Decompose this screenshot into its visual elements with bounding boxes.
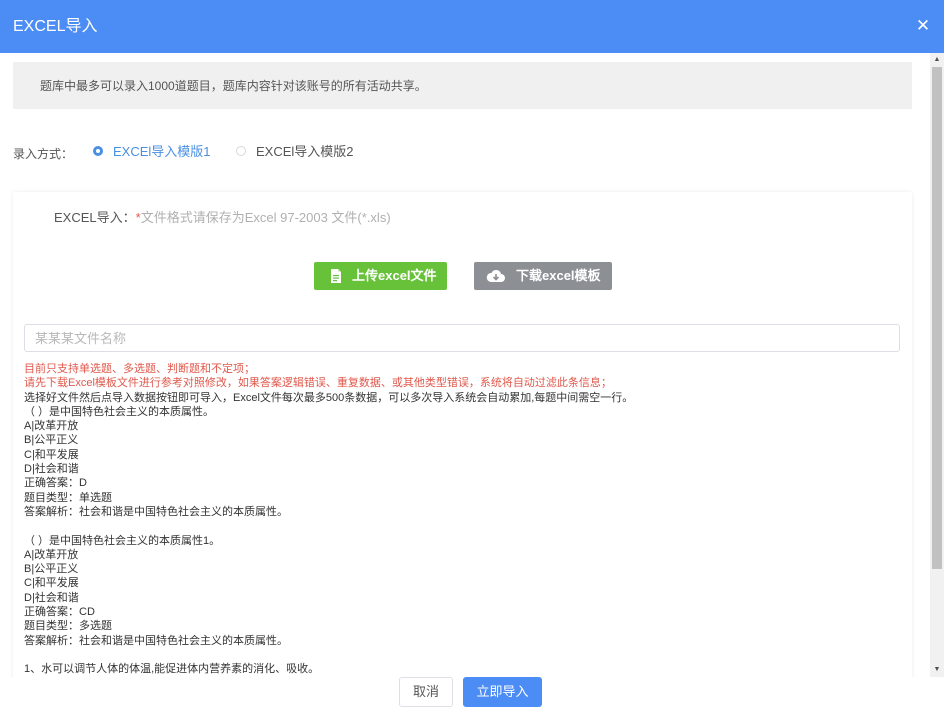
download-template-label[interactable]: 下载excel模板 xyxy=(516,262,601,290)
instruction-line: D|社会和谐 xyxy=(24,463,79,476)
instruction-line: C|和平发展 xyxy=(24,577,79,590)
upload-excel-label[interactable]: 上传excel文件 xyxy=(352,262,437,290)
instruction-line: 正确答案：D xyxy=(24,477,87,490)
excel-import-card: EXCEL导入：*文件格式请保存为Excel 97-2003 文件(*.xls)… xyxy=(13,192,912,677)
radio-checked-icon[interactable] xyxy=(93,146,103,156)
instruction-line: D|社会和谐 xyxy=(24,591,79,604)
scroll-down-arrow-icon[interactable]: ▼ xyxy=(930,663,944,677)
instruction-warning: 请先下载Excel模板文件进行参考对照修改，如果答案逻辑错误、重复数据、或其他类… xyxy=(24,377,612,390)
upload-excel-button[interactable]: 上传excel文件 xyxy=(314,262,447,290)
instruction-line: 答案解析：社会和谐是中国特色社会主义的本质属性。 xyxy=(24,634,288,647)
dialog-footer: 取消 立即导入 xyxy=(0,677,944,707)
file-icon xyxy=(331,269,341,283)
instruction-line: 选择好文件然后点导入数据按钮即可导入，Excel文件每次最多500条数据，可以多… xyxy=(24,391,634,404)
instruction-line: 答案解析：社会和谐是中国特色社会主义的本质属性。 xyxy=(24,505,288,518)
dialog-title: EXCEL导入 xyxy=(13,18,98,35)
download-template-button[interactable]: 下载excel模板 xyxy=(474,262,612,290)
import-instructions: 目前只支持单选题、多选题、判断题和不定项； 请先下载Excel模板文件进行参考对… xyxy=(24,362,894,677)
cloud-download-icon xyxy=(486,269,505,282)
instruction-line: A|改革开放 xyxy=(24,548,79,561)
import-now-button[interactable]: 立即导入 xyxy=(463,677,542,707)
close-icon[interactable]: ✕ xyxy=(914,17,932,35)
cancel-button[interactable]: 取消 xyxy=(399,677,453,707)
file-name-input[interactable] xyxy=(24,324,900,352)
excel-label-text: EXCEL导入： xyxy=(54,210,136,225)
dialog-header: EXCEL导入 ✕ xyxy=(0,0,944,53)
instruction-line: （ ）是中国特色社会主义的本质属性1。 xyxy=(24,534,221,547)
radio-template-2-label[interactable]: EXCEl导入模版2 xyxy=(256,143,354,160)
instruction-line: B|公平正义 xyxy=(24,563,79,576)
radio-unchecked-icon[interactable] xyxy=(236,146,246,156)
import-mode-label: 录入方式： xyxy=(13,147,74,161)
radio-template-1-label[interactable]: EXCEl导入模版1 xyxy=(113,143,211,160)
instruction-line: 1、水可以调节人体的体温,能促进体内营养素的消化、吸收。 xyxy=(24,663,320,676)
file-format-hint: 文件格式请保存为Excel 97-2003 文件(*.xls) xyxy=(140,210,391,225)
instruction-line: 题目类型：单选题 xyxy=(24,491,112,504)
instruction-line: 正确答案：CD xyxy=(24,606,95,619)
scroll-up-arrow-icon[interactable]: ▲ xyxy=(930,53,944,67)
notice-bar: 题库中最多可以录入1000道题目，题库内容针对该账号的所有活动共享。 xyxy=(13,62,912,109)
dialog-body: 题库中最多可以录入1000道题目，题库内容针对该账号的所有活动共享。 录入方式：… xyxy=(0,53,930,677)
instruction-line: A|改革开放 xyxy=(24,420,79,433)
instruction-line: B|公平正义 xyxy=(24,434,79,447)
instruction-warning: 目前只支持单选题、多选题、判断题和不定项； xyxy=(24,363,255,375)
excel-import-label: EXCEL导入：*文件格式请保存为Excel 97-2003 文件(*.xls) xyxy=(54,211,391,225)
instruction-line: 题目类型：多选题 xyxy=(24,620,112,633)
instruction-line: （ ）是中国特色社会主义的本质属性。 xyxy=(24,405,215,418)
vertical-scrollbar[interactable]: ▲ ▼ xyxy=(930,53,944,677)
instruction-line: C|和平发展 xyxy=(24,448,79,461)
scrollbar-thumb[interactable] xyxy=(932,67,942,569)
notice-text: 题库中最多可以录入1000道题目，题库内容针对该账号的所有活动共享。 xyxy=(40,79,427,93)
